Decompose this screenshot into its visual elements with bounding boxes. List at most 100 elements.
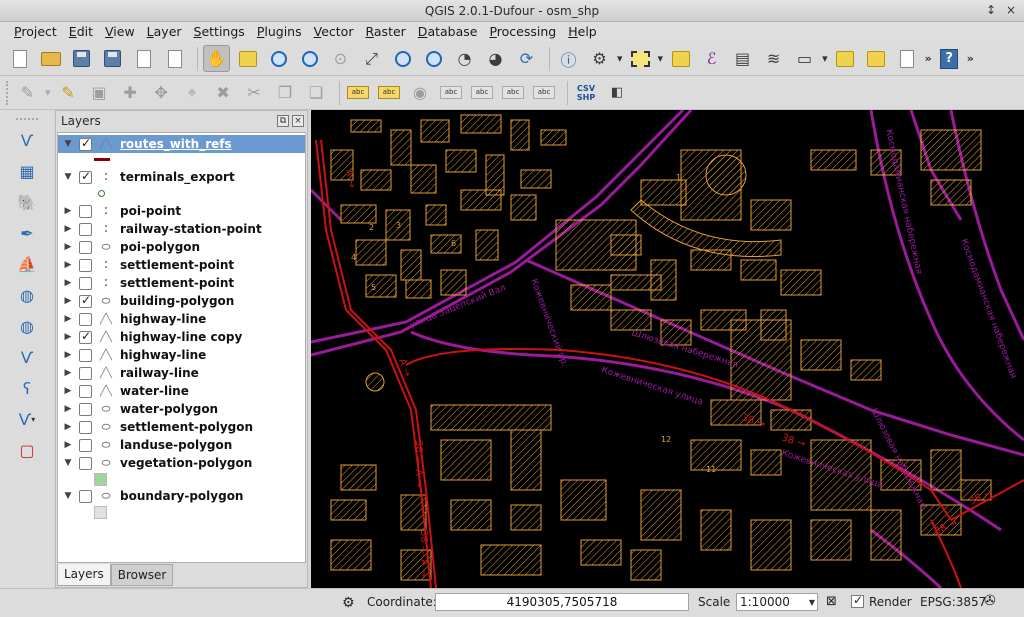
layer-row[interactable]: ▼ ⁚ terminals_export bbox=[58, 168, 305, 186]
close-icon[interactable]: × bbox=[1004, 3, 1018, 17]
chevron-down-icon[interactable]: ▾ bbox=[617, 52, 623, 65]
delete-selected-button[interactable]: ✖ bbox=[210, 79, 237, 106]
menu-help[interactable]: Help bbox=[562, 22, 603, 42]
layer-row[interactable]: ▼ ⬭ vegetation-polygon bbox=[58, 454, 305, 472]
layer-labeling-button[interactable]: abc bbox=[376, 79, 403, 106]
maximize-icon[interactable]: ↕ bbox=[984, 3, 998, 17]
menu-processing[interactable]: Processing bbox=[483, 22, 562, 42]
render-checkbox[interactable] bbox=[851, 593, 864, 608]
plugin-button[interactable]: ◧ bbox=[604, 79, 631, 106]
layer-row[interactable]: ▶ ╱╲ highway-line copy bbox=[58, 328, 305, 346]
expand-arrow-icon[interactable]: ▶ bbox=[61, 314, 75, 324]
zoom-to-layer-button[interactable] bbox=[420, 45, 447, 72]
expand-arrow-icon[interactable]: ▶ bbox=[61, 278, 75, 288]
add-wfs-layer-button[interactable]: Ѵ bbox=[13, 343, 41, 371]
layer-row[interactable]: ▼ ╱╲ routes_with_refs bbox=[58, 135, 305, 153]
layer-row[interactable]: ▶ ⁚ settlement-point bbox=[58, 274, 305, 292]
move-feature-button[interactable]: ✥ bbox=[148, 79, 175, 106]
stop-render-icon[interactable]: ⊠ bbox=[826, 594, 837, 609]
expand-arrow-icon[interactable]: ▶ bbox=[61, 224, 75, 234]
messages-icon[interactable]: ⚙ bbox=[342, 595, 355, 611]
menu-view[interactable]: View bbox=[99, 22, 141, 42]
add-spatialite-layer-button[interactable]: ✒ bbox=[13, 219, 41, 247]
new-print-composer-button[interactable] bbox=[130, 45, 157, 72]
crs-status[interactable]: EPSG:3857 bbox=[920, 595, 986, 609]
zoom-native-button[interactable]: ⊙ bbox=[327, 45, 354, 72]
coordinate-field[interactable]: 4190305,7505718 bbox=[435, 593, 689, 611]
zoom-out-button[interactable] bbox=[296, 45, 323, 72]
layer-row[interactable]: ▶ ⁚ settlement-point bbox=[58, 256, 305, 274]
expand-arrow-icon[interactable]: ▶ bbox=[61, 296, 75, 306]
new-bookmark-button[interactable] bbox=[863, 45, 890, 72]
open-project-button[interactable] bbox=[37, 45, 64, 72]
labeling-button[interactable]: abc bbox=[345, 79, 372, 106]
layer-visibility-checkbox[interactable] bbox=[79, 489, 92, 503]
toggle-editing-button[interactable]: ✎ bbox=[14, 79, 41, 106]
chevron-down-icon[interactable]: ▾ bbox=[45, 86, 51, 99]
refresh-button[interactable]: ⟳ bbox=[513, 45, 540, 72]
layer-visibility-checkbox[interactable] bbox=[79, 258, 92, 272]
field-calculator-button[interactable]: ℰ bbox=[698, 45, 725, 72]
expand-arrow-icon[interactable]: ▶ bbox=[61, 440, 75, 450]
layer-row[interactable]: ▶ ╱╲ railway-line bbox=[58, 364, 305, 382]
layer-visibility-checkbox[interactable] bbox=[79, 329, 92, 344]
change-label-button[interactable]: abc bbox=[531, 79, 558, 106]
identify-button[interactable]: ⓘ bbox=[555, 45, 582, 72]
pan-map-button[interactable]: ✋ bbox=[203, 45, 230, 72]
save-edits-button[interactable]: ▣ bbox=[86, 79, 113, 106]
zoom-last-button[interactable]: ◔ bbox=[451, 45, 478, 72]
collapse-arrow-icon[interactable]: ▼ bbox=[61, 491, 75, 501]
expand-arrow-icon[interactable]: ▶ bbox=[61, 260, 75, 270]
zoom-full-button[interactable]: ⤢ bbox=[358, 45, 385, 72]
pin-labels-button[interactable]: ◉ bbox=[407, 79, 434, 106]
float-panel-icon[interactable]: ⧉ bbox=[277, 115, 289, 127]
expand-arrow-icon[interactable]: ▶ bbox=[61, 206, 75, 216]
layer-visibility-checkbox[interactable] bbox=[79, 420, 92, 434]
new-shapefile-button[interactable]: Ѵ ▾ bbox=[13, 405, 41, 433]
save-as-button[interactable] bbox=[99, 45, 126, 72]
menu-layer[interactable]: Layer bbox=[141, 22, 188, 42]
chevron-down-icon[interactable]: ▾ bbox=[658, 52, 664, 65]
save-project-button[interactable] bbox=[68, 45, 95, 72]
measure-button[interactable]: ▭ bbox=[791, 45, 818, 72]
zoom-next-button[interactable]: ◕ bbox=[482, 45, 509, 72]
layer-row[interactable]: ▶ ╱╲ highway-line bbox=[58, 310, 305, 328]
show-hide-labels-button[interactable]: abc bbox=[438, 79, 465, 106]
menu-edit[interactable]: Edit bbox=[63, 22, 99, 42]
expand-arrow-icon[interactable]: ▶ bbox=[61, 386, 75, 396]
layer-visibility-checkbox[interactable] bbox=[79, 204, 92, 218]
select-features-button[interactable] bbox=[627, 45, 654, 72]
layer-row[interactable]: ▶ ⬭ settlement-polygon bbox=[58, 418, 305, 436]
rotate-label-button[interactable]: abc bbox=[500, 79, 527, 106]
layer-visibility-checkbox[interactable] bbox=[79, 366, 92, 380]
statistics-button[interactable]: ≋ bbox=[760, 45, 787, 72]
collapse-arrow-icon[interactable]: ▼ bbox=[61, 139, 75, 149]
composer-manager-button[interactable] bbox=[161, 45, 188, 72]
add-mssql-layer-button[interactable]: ⛵ bbox=[13, 250, 41, 278]
remove-layer-button[interactable]: ▢ bbox=[13, 436, 41, 464]
add-feature-button[interactable]: ✚ bbox=[117, 79, 144, 106]
menu-vector[interactable]: Vector bbox=[308, 22, 360, 42]
layer-row[interactable]: ▶ ⬭ poi-polygon bbox=[58, 238, 305, 256]
layer-visibility-checkbox[interactable] bbox=[79, 402, 92, 416]
cut-features-button[interactable]: ✂ bbox=[241, 79, 268, 106]
add-delimited-text-button[interactable]: ʕ bbox=[13, 374, 41, 402]
layer-row[interactable]: ▶ ⬭ water-polygon bbox=[58, 400, 305, 418]
add-vector-layer-button[interactable]: Ѵ bbox=[13, 126, 41, 154]
layer-row[interactable]: ▶ ⬭ building-polygon bbox=[58, 292, 305, 310]
close-panel-icon[interactable]: × bbox=[292, 115, 304, 127]
overflow-icon[interactable]: » bbox=[967, 52, 974, 65]
toolbar-grip[interactable] bbox=[6, 80, 10, 105]
menu-project[interactable]: Project bbox=[8, 22, 63, 42]
tab-layers[interactable]: Layers bbox=[57, 564, 111, 586]
layer-row[interactable]: ▶ ╱╲ water-line bbox=[58, 382, 305, 400]
copy-features-button[interactable]: ❐ bbox=[272, 79, 299, 106]
expand-arrow-icon[interactable]: ▶ bbox=[61, 422, 75, 432]
pan-to-selection-button[interactable] bbox=[234, 45, 261, 72]
layer-visibility-checkbox[interactable] bbox=[79, 348, 92, 362]
layer-row[interactable]: ▶ ╱╲ highway-line bbox=[58, 346, 305, 364]
collapse-arrow-icon[interactable]: ▼ bbox=[61, 172, 75, 182]
layer-visibility-checkbox[interactable] bbox=[79, 222, 92, 236]
attribute-table-button[interactable]: ▤ bbox=[729, 45, 756, 72]
current-edits-button[interactable]: ✎ bbox=[55, 79, 82, 106]
